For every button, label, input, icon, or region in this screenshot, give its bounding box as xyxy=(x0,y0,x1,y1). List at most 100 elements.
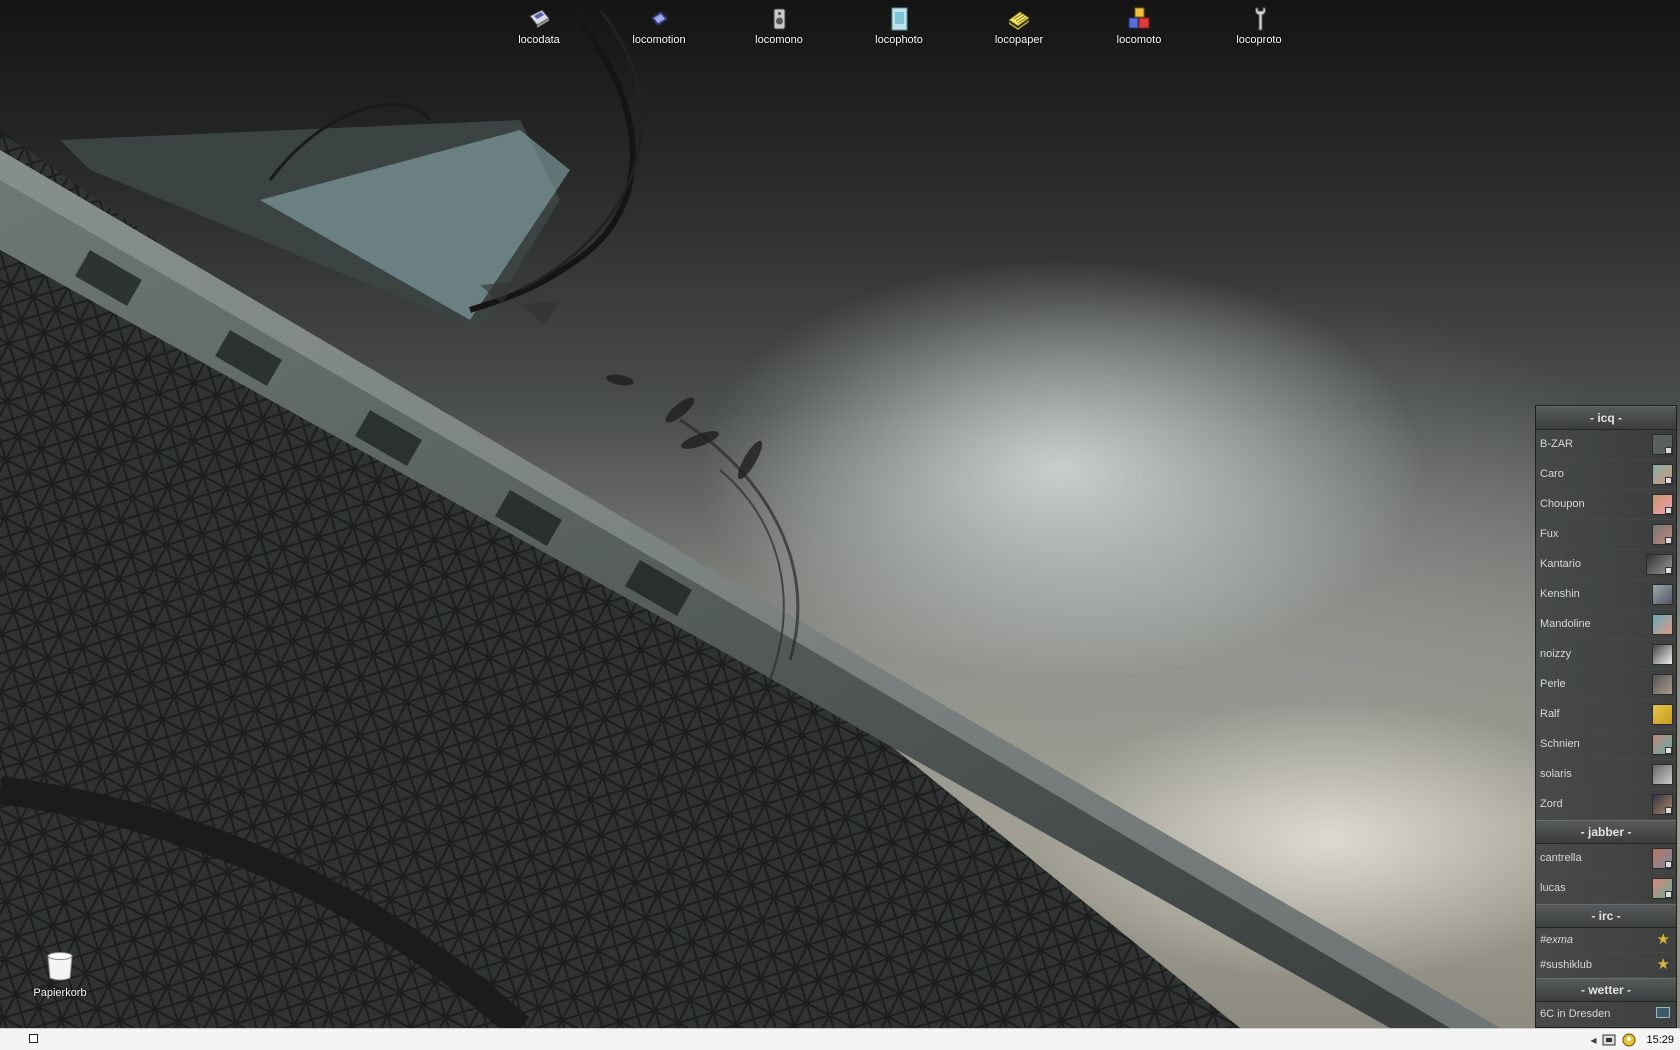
avatar xyxy=(1652,434,1673,455)
avatar xyxy=(1652,494,1673,515)
speaker-icon xyxy=(773,8,786,30)
avatar xyxy=(1652,674,1673,695)
taskbar: ◀ 15:29 xyxy=(0,1028,1680,1050)
paper-stack-icon xyxy=(1008,11,1030,30)
group-header-jabber[interactable]: - jabber - xyxy=(1536,820,1676,844)
desktop-icon-label: locopaper xyxy=(994,34,1044,46)
group-header-icq[interactable]: - icq - xyxy=(1536,406,1676,430)
trash-bin-icon xyxy=(47,952,73,981)
desktop-icon-row: locodata locomotion locomono locophoto l… xyxy=(0,0,1680,60)
desktop-icon-locodata[interactable]: locodata xyxy=(489,6,589,46)
contact-item[interactable]: Ralf xyxy=(1536,700,1676,730)
status-icon xyxy=(1665,891,1672,898)
star-icon: ★ xyxy=(1656,956,1670,973)
star-icon: ★ xyxy=(1656,931,1670,948)
contact-item[interactable]: Mandoline xyxy=(1536,610,1676,640)
desktop-icon-locomoto[interactable]: locomoto xyxy=(1089,6,1189,46)
status-icon xyxy=(1665,861,1672,868)
desktop-icon-locoproto[interactable]: locoproto xyxy=(1209,6,1309,46)
contact-name: Mandoline xyxy=(1540,618,1591,630)
wrench-icon xyxy=(1255,7,1266,31)
desktop-icon-locomotion[interactable]: locomotion xyxy=(609,6,709,46)
trash-label: Papierkorb xyxy=(33,987,87,999)
contact-name: Kenshin xyxy=(1540,588,1580,600)
status-icon xyxy=(1665,447,1672,454)
contact-item[interactable]: Kantario xyxy=(1536,550,1676,580)
group-header-irc[interactable]: - irc - xyxy=(1536,904,1676,928)
contact-item[interactable]: Perle xyxy=(1536,670,1676,700)
contact-item[interactable]: Kenshin xyxy=(1536,580,1676,610)
desktop-icon-trash[interactable]: Papierkorb xyxy=(20,950,100,999)
desktop-icon-label: locoproto xyxy=(1236,34,1282,46)
contact-name: Schnien xyxy=(1540,738,1580,750)
irc-channel-item[interactable]: #sushiklub ★ xyxy=(1536,953,1676,978)
film-clip-icon xyxy=(650,10,669,27)
avatar xyxy=(1652,644,1673,665)
group-header-wetter[interactable]: - wetter - xyxy=(1536,978,1676,1002)
contact-name: Zord xyxy=(1540,798,1563,810)
channel-name: #sushiklub xyxy=(1540,959,1592,971)
avatar xyxy=(1652,878,1673,899)
avatar xyxy=(1652,464,1673,485)
desktop-icon-locopaper[interactable]: locopaper xyxy=(969,6,1069,46)
network-icon[interactable] xyxy=(1602,1033,1616,1047)
desktop-icon-locophoto[interactable]: locophoto xyxy=(849,6,949,46)
status-icon xyxy=(1665,747,1672,754)
status-icon xyxy=(1665,567,1672,574)
status-icon xyxy=(1665,477,1672,484)
floppy-disk-icon xyxy=(529,9,550,28)
contact-name: Ralf xyxy=(1540,708,1560,720)
weather-icon xyxy=(1656,1007,1670,1018)
show-desktop-button[interactable] xyxy=(29,1034,38,1043)
system-tray: ◀ 15:29 xyxy=(1590,1032,1674,1048)
status-icon xyxy=(1665,807,1672,814)
irc-channel-item[interactable]: #exma ★ xyxy=(1536,928,1676,953)
desktop-icon-label: locophoto xyxy=(875,34,923,46)
contact-name: cantrella xyxy=(1540,852,1582,864)
contact-name: Caro xyxy=(1540,468,1564,480)
contact-item[interactable]: solaris xyxy=(1536,760,1676,790)
contact-item[interactable]: Zord xyxy=(1536,790,1676,820)
channel-name: #exma xyxy=(1540,934,1574,946)
status-icon xyxy=(1665,537,1672,544)
contact-item[interactable]: lucas xyxy=(1536,874,1676,904)
tray-expand-icon[interactable]: ◀ xyxy=(1590,1036,1596,1045)
contact-name: Perle xyxy=(1540,678,1566,690)
clock[interactable]: 15:29 xyxy=(1646,1034,1674,1046)
avatar xyxy=(1652,704,1673,725)
weather-text: 6C in Dresden xyxy=(1540,1008,1611,1020)
weather-item[interactable]: 6C in Dresden xyxy=(1536,1002,1676,1027)
contact-name: Kantario xyxy=(1540,558,1581,570)
eiffel-tower-artwork xyxy=(0,0,1500,1028)
contact-item[interactable]: Schnien xyxy=(1536,730,1676,760)
avatar xyxy=(1652,584,1673,605)
contact-item[interactable]: Choupon xyxy=(1536,490,1676,520)
avatar xyxy=(1652,764,1673,785)
status-icon xyxy=(1665,507,1672,514)
contact-list-panel: - icq - B-ZAR Caro Choupon Fux Kantario … xyxy=(1535,405,1677,1028)
contact-item[interactable]: B-ZAR xyxy=(1536,430,1676,460)
avatar xyxy=(1646,554,1673,575)
contact-item[interactable]: cantrella xyxy=(1536,844,1676,874)
contact-name: noizzy xyxy=(1540,648,1572,660)
contact-name: lucas xyxy=(1540,882,1566,894)
blocks-icon xyxy=(1128,7,1150,29)
desktop-wallpaper xyxy=(0,0,1680,1028)
contact-name: solaris xyxy=(1540,768,1572,780)
desktop-icon-label: locodata xyxy=(518,34,560,46)
avatar xyxy=(1652,734,1673,755)
desktop-icon-label: locomono xyxy=(755,34,803,46)
avatar xyxy=(1652,794,1673,815)
contact-item[interactable]: Caro xyxy=(1536,460,1676,490)
contact-item[interactable]: Fux xyxy=(1536,520,1676,550)
avatar xyxy=(1652,614,1673,635)
contact-name: Choupon xyxy=(1540,498,1585,510)
messenger-icon[interactable] xyxy=(1622,1033,1636,1047)
avatar xyxy=(1652,848,1673,869)
contact-item[interactable]: noizzy xyxy=(1536,640,1676,670)
contact-name: Fux xyxy=(1540,528,1559,540)
desktop-icon-locomono[interactable]: locomono xyxy=(729,6,829,46)
contact-name: B-ZAR xyxy=(1540,438,1573,450)
avatar xyxy=(1652,524,1673,545)
desktop-icon-label: locomotion xyxy=(632,34,686,46)
